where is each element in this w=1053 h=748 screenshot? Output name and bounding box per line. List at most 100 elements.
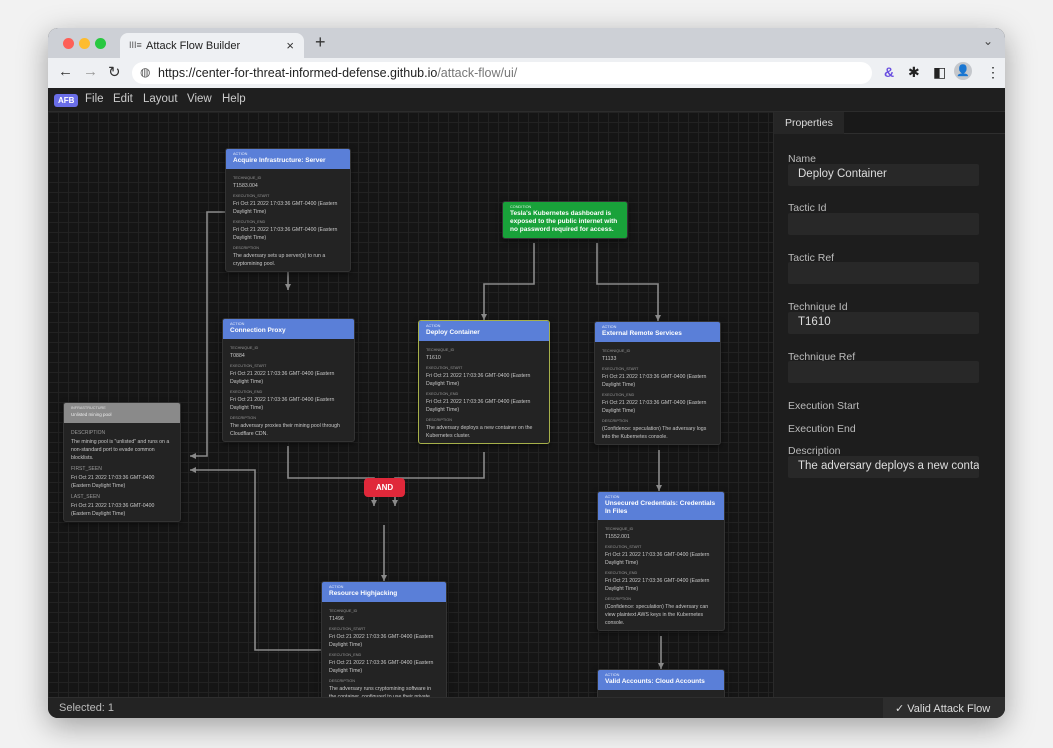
browser-window: III≡ Attack Flow Builder × + ⌄ ← → ↻ ◍ h… — [48, 28, 1005, 718]
node-title: Tesla's Kubernetes dashboard is exposed … — [510, 210, 618, 233]
flow-node-deploy[interactable]: ACTION Deploy Container TECHNIQUE_ID T1610 E… — [418, 320, 550, 444]
edge[interactable] — [596, 243, 659, 321]
properties-panel: Properties Name Deploy Container Tactic Id… — [773, 112, 1005, 697]
node-header: ACTION Valid Accounts: Cloud Accounts — [598, 670, 724, 690]
field-label: DESCRIPTION — [233, 246, 259, 250]
close-window-button[interactable] — [63, 38, 74, 49]
flow-node-cond[interactable]: CONDITION Tesla's Kubernetes dashboard is… — [502, 201, 628, 239]
site-info-icon[interactable]: ◍ — [140, 65, 150, 79]
forward-icon[interactable]: → — [83, 63, 98, 80]
field-label: DESCRIPTION — [329, 679, 355, 683]
minimize-window-button[interactable] — [79, 38, 90, 49]
field-label: TECHNIQUE_ID — [233, 176, 262, 180]
node-title: Unlisted mining pool — [71, 412, 112, 417]
menu-file[interactable]: File — [85, 93, 104, 105]
field-label: EXECUTION_END — [230, 390, 263, 394]
flow-node-valid[interactable]: ACTIONValid Accounts: Cloud AccountsTECH… — [597, 669, 725, 697]
field-value: (Confidence: speculation) The adversary … — [602, 426, 707, 440]
tab-title: Attack Flow Builder — [146, 40, 241, 52]
node-type: ACTION — [230, 322, 245, 326]
reload-icon[interactable]: ↻ — [108, 63, 121, 81]
flow-node-proxy[interactable]: ACTION Connection Proxy TECHNIQUE_ID T0884 E… — [222, 318, 355, 442]
maximize-window-button[interactable] — [95, 38, 106, 49]
close-tab-icon[interactable]: × — [286, 38, 294, 53]
menu-help[interactable]: Help — [222, 93, 246, 105]
address-toolbar: ← → ↻ ◍ https://center-for-threat-inform… — [48, 58, 1005, 88]
node-type: ACTION — [233, 152, 248, 156]
side-panel-icon[interactable]: ◧ — [933, 64, 946, 81]
property-input-name[interactable]: Deploy Container — [788, 164, 979, 186]
tab-properties[interactable]: Properties — [774, 112, 844, 134]
field-label: TECHNIQUE_ID — [426, 348, 455, 352]
arrowhead-icon — [371, 500, 377, 506]
property-input-technique-ref[interactable] — [788, 361, 979, 383]
flow-canvas[interactable]: AND ACTION Acquire Infrastructure: Server… — [48, 112, 773, 697]
status-bar: Selected: 1 ✓ Valid Attack Flow — [48, 697, 1005, 718]
back-icon[interactable]: ← — [58, 63, 73, 80]
edge[interactable] — [287, 446, 375, 506]
field-value: T1552.001 — [605, 534, 630, 540]
node-header: CONDITION Tesla's Kubernetes dashboard is… — [503, 202, 627, 238]
flow-node-hijack[interactable]: ACTION Resource Highjacking TECHNIQUE_ID T1… — [321, 581, 447, 697]
property-input-description[interactable]: The adversary deploys a new container on… — [788, 456, 979, 478]
field-value: Fri Oct 21 2022 17:03:36 GMT-0400 (Easte… — [71, 475, 155, 489]
property-input-tactic-ref[interactable] — [788, 262, 979, 284]
field-value: Fri Oct 21 2022 17:03:36 GMT-0400 (Easte… — [230, 371, 335, 385]
field-label: EXECUTION_START — [230, 364, 267, 368]
and-operator-node[interactable]: AND — [364, 478, 405, 497]
field-label: EXECUTION_START — [426, 366, 463, 370]
field-value: The adversary sets up server(s) to run a… — [233, 253, 326, 267]
flow-node-infra[interactable]: INFRASTRUCTURE Unlisted mining pool DESCRI… — [63, 402, 181, 522]
node-header: ACTION Resource Highjacking — [322, 582, 446, 602]
node-header: ACTION Deploy Container — [419, 321, 549, 341]
edge[interactable] — [190, 211, 225, 457]
node-title: Deploy Container — [426, 329, 480, 336]
field-value: Fri Oct 21 2022 17:03:36 GMT-0400 (Easte… — [605, 578, 710, 592]
profile-avatar-icon[interactable]: 👤 — [954, 62, 972, 80]
validation-status-button[interactable]: ✓ Valid Attack Flow — [883, 698, 1005, 718]
node-type: ACTION — [426, 324, 441, 328]
field-value: The adversary proxies their mining pool … — [230, 423, 340, 437]
tab-strip — [844, 112, 1005, 134]
node-header: ACTION External Remote Services — [595, 322, 720, 342]
more-menu-icon[interactable]: ⋮ — [986, 64, 1000, 81]
field-value: T1610 — [426, 355, 441, 361]
flow-node-acquire[interactable]: ACTION Acquire Infrastructure: Server TECH… — [225, 148, 351, 272]
arrowhead-icon — [285, 284, 291, 290]
field-label: DESCRIPTION — [605, 597, 631, 601]
tab-bar: III≡ Attack Flow Builder × + ⌄ — [48, 28, 1005, 58]
edge[interactable] — [483, 243, 535, 320]
property-label: Execution End — [788, 423, 856, 435]
flow-node-remote[interactable]: ACTION External Remote Services TECHNIQUE_… — [594, 321, 721, 445]
new-tab-button[interactable]: + — [315, 32, 326, 53]
field-value: The adversary deploys a new container on… — [426, 425, 533, 439]
url-bar[interactable]: ◍ https://center-for-threat-informed-def… — [132, 62, 872, 84]
menu-edit[interactable]: Edit — [113, 93, 133, 105]
field-label: EXECUTION_START — [602, 367, 639, 371]
tab-list-chevron-icon[interactable]: ⌄ — [983, 34, 993, 48]
edge[interactable] — [190, 469, 321, 651]
menu-view[interactable]: View — [187, 93, 212, 105]
node-header: INFRASTRUCTURE Unlisted mining pool — [64, 403, 180, 423]
property-input-technique-id[interactable]: T1610 — [788, 312, 979, 334]
field-value: Fri Oct 21 2022 17:03:36 GMT-0400 (Easte… — [329, 660, 434, 674]
flow-node-creds[interactable]: ACTION Unsecured Credentials: Credentials… — [597, 491, 725, 631]
field-value: T1496 — [329, 616, 344, 622]
field-label: TECHNIQUE_ID — [329, 609, 358, 613]
field-value: Fri Oct 21 2022 17:03:36 GMT-0400 (Easte… — [426, 399, 531, 413]
node-type: ACTION — [602, 325, 617, 329]
url-host: https://center-for-threat-informed-defen… — [158, 66, 438, 80]
extensions-puzzle-icon[interactable]: ✱ — [908, 64, 920, 81]
browser-tab[interactable]: III≡ Attack Flow Builder × — [120, 33, 304, 58]
edge[interactable] — [394, 452, 485, 506]
field-value: Fri Oct 21 2022 17:03:36 GMT-0400 (Easte… — [426, 373, 531, 387]
node-type: CONDITION — [510, 205, 532, 209]
selection-count: Selected: 1 — [59, 702, 115, 714]
arrowhead-icon — [190, 453, 196, 459]
url-path: /attack-flow/ui/ — [437, 66, 518, 80]
property-input-tactic-id[interactable] — [788, 213, 979, 235]
node-header: ACTION Connection Proxy — [223, 319, 354, 339]
menu-layout[interactable]: Layout — [143, 93, 178, 105]
field-value: Fri Oct 21 2022 17:03:36 GMT-0400 (Easte… — [329, 634, 434, 648]
extension-ampersand-icon[interactable]: & — [884, 64, 894, 80]
